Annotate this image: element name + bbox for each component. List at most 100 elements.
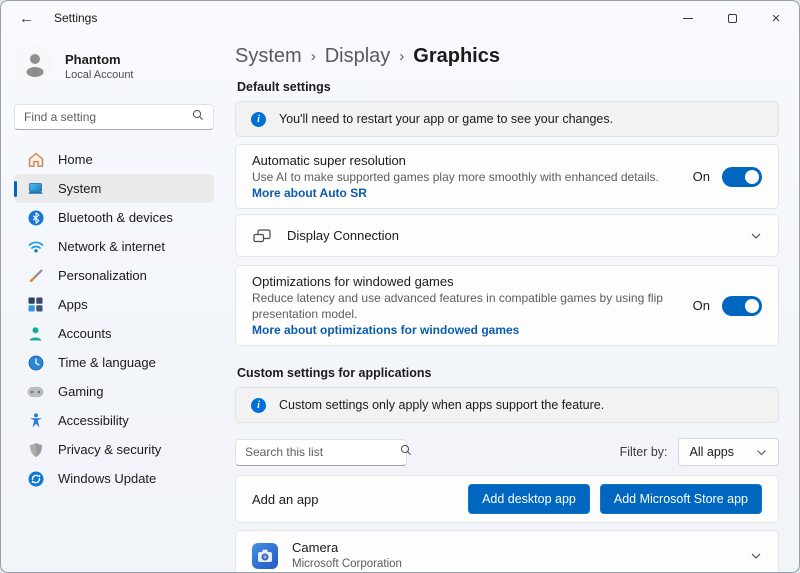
minimize-button[interactable] [681, 11, 695, 25]
display-connection-icon [252, 228, 272, 244]
sidebar-item-gaming[interactable]: Gaming [14, 377, 214, 406]
sidebar-item-label: Bluetooth & devices [58, 210, 173, 225]
shield-icon [27, 442, 44, 458]
list-controls: Filter by: All apps [235, 438, 779, 466]
gamepad-icon [27, 386, 44, 398]
window-title: Settings [54, 11, 97, 25]
sidebar-item-label: Apps [58, 297, 88, 312]
sidebar-nav: Home System Bluetooth & devices Network … [14, 145, 214, 493]
accessibility-icon [27, 413, 44, 429]
user-name: Phantom [65, 52, 134, 67]
breadcrumb-graphics: Graphics [413, 45, 500, 68]
sidebar-item-label: Privacy & security [58, 442, 161, 457]
brush-icon [27, 268, 44, 284]
apps-grid-icon [27, 297, 44, 312]
sidebar-item-bluetooth-devices[interactable]: Bluetooth & devices [14, 203, 214, 232]
sidebar-item-privacy-security[interactable]: Privacy & security [14, 435, 214, 464]
sidebar-item-home[interactable]: Home [14, 145, 214, 174]
sidebar-item-network-internet[interactable]: Network & internet [14, 232, 214, 261]
auto-sr-toggle-state: On [693, 169, 710, 184]
display-connection-row[interactable]: Display Connection [235, 214, 779, 257]
windowed-games-toggle[interactable] [722, 296, 762, 316]
app-name: Camera [292, 540, 738, 556]
restart-info-banner: i You'll need to restart your app or gam… [235, 101, 779, 137]
info-icon: i [251, 112, 266, 127]
custom-settings-info-banner: i Custom settings only apply when apps s… [235, 387, 779, 423]
restart-info-text: You'll need to restart your app or game … [279, 112, 613, 126]
search-list-input[interactable] [245, 445, 400, 459]
titlebar: ← Settings × [1, 1, 799, 35]
close-button[interactable]: × [769, 11, 783, 25]
auto-sr-toggle[interactable] [722, 167, 762, 187]
display-connection-title: Display Connection [287, 227, 738, 244]
home-icon [27, 152, 44, 168]
app-row-camera[interactable]: Camera Microsoft Corporation [235, 530, 779, 573]
app-publisher: Microsoft Corporation [292, 557, 738, 572]
account-type: Local Account [65, 69, 134, 81]
system-icon [27, 181, 44, 196]
breadcrumb-system[interactable]: System [235, 45, 302, 68]
custom-settings-heading: Custom settings for applications [237, 366, 779, 380]
filter-by-label: Filter by: [620, 445, 668, 459]
clock-globe-icon [27, 355, 44, 371]
search-input[interactable] [24, 110, 192, 124]
sidebar: Phantom Local Account Home System [1, 35, 227, 573]
search-icon [192, 108, 204, 126]
chevron-down-icon [756, 445, 767, 459]
maximize-icon [728, 14, 737, 23]
minimize-icon [683, 18, 693, 19]
add-microsoft-store-app-button[interactable]: Add Microsoft Store app [600, 484, 762, 514]
settings-window: ← Settings × Phantom Local Account [0, 0, 800, 573]
sidebar-item-personalization[interactable]: Personalization [14, 261, 214, 290]
account-card[interactable]: Phantom Local Account [16, 45, 212, 88]
sidebar-item-label: Accounts [58, 326, 111, 341]
add-desktop-app-button[interactable]: Add desktop app [468, 484, 590, 514]
windowed-games-learn-more-link[interactable]: More about optimizations for windowed ga… [252, 323, 519, 337]
auto-sr-description: Use AI to make supported games play more… [252, 170, 659, 184]
back-button[interactable]: ← [19, 11, 34, 26]
windowed-games-description: Reduce latency and use advanced features… [252, 290, 679, 322]
avatar [16, 45, 54, 88]
chevron-down-icon[interactable] [750, 552, 762, 560]
bluetooth-icon [27, 210, 44, 226]
chevron-down-icon[interactable] [750, 232, 762, 240]
wifi-icon [27, 240, 44, 253]
sidebar-item-label: Home [58, 152, 93, 167]
sidebar-item-windows-update[interactable]: Windows Update [14, 464, 214, 493]
maximize-button[interactable] [725, 11, 739, 25]
filter-dropdown[interactable]: All apps [678, 438, 779, 466]
breadcrumb-separator: › [302, 48, 325, 65]
add-an-app-card: Add an app Add desktop app Add Microsoft… [235, 475, 779, 523]
sidebar-item-accessibility[interactable]: Accessibility [14, 406, 214, 435]
windows-update-icon [27, 471, 44, 487]
sidebar-item-label: Time & language [58, 355, 156, 370]
breadcrumb: System › Display › Graphics [235, 45, 779, 68]
breadcrumb-display[interactable]: Display [325, 45, 391, 68]
sidebar-item-label: Gaming [58, 384, 104, 399]
sidebar-item-system[interactable]: System [14, 174, 214, 203]
sidebar-item-label: System [58, 181, 101, 196]
windowed-games-title: Optimizations for windowed games [252, 273, 679, 290]
auto-sr-card: Automatic super resolution Use AI to mak… [235, 144, 779, 209]
find-setting-searchbox[interactable] [14, 104, 214, 130]
custom-settings-info-text: Custom settings only apply when apps sup… [279, 398, 604, 412]
sidebar-item-label: Windows Update [58, 471, 156, 486]
search-list-box[interactable] [235, 439, 407, 466]
accounts-icon [27, 326, 44, 342]
default-settings-heading: Default settings [237, 80, 779, 94]
breadcrumb-separator: › [390, 48, 413, 65]
windowed-games-toggle-state: On [693, 298, 710, 313]
sidebar-item-time-language[interactable]: Time & language [14, 348, 214, 377]
camera-app-icon [252, 543, 278, 569]
sidebar-item-label: Network & internet [58, 239, 165, 254]
sidebar-item-apps[interactable]: Apps [14, 290, 214, 319]
filter-dropdown-value: All apps [690, 445, 734, 459]
sidebar-item-label: Accessibility [58, 413, 129, 428]
auto-sr-title: Automatic super resolution [252, 152, 679, 169]
auto-sr-learn-more-link[interactable]: More about Auto SR [252, 186, 367, 200]
selection-accent-bar [14, 181, 17, 197]
main-content: System › Display › Graphics Default sett… [227, 35, 799, 573]
sidebar-item-label: Personalization [58, 268, 147, 283]
sidebar-item-accounts[interactable]: Accounts [14, 319, 214, 348]
search-icon [400, 443, 412, 461]
